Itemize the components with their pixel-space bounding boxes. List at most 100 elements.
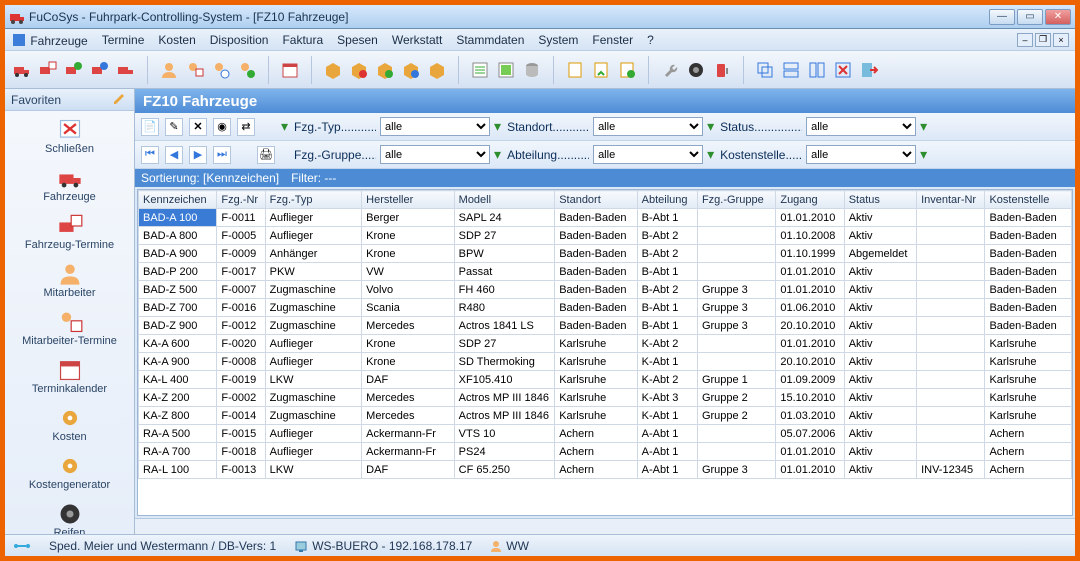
column-header[interactable]: Inventar-Nr	[917, 191, 985, 209]
data-grid[interactable]: KennzeichenFzg.-NrFzg.-TypHerstellerMode…	[137, 189, 1073, 516]
tb-truck-blue-icon[interactable]	[89, 59, 111, 81]
filter-select[interactable]: alle	[593, 145, 703, 164]
table-row[interactable]: BAD-Z 700F-0016ZugmaschineScaniaR480Bade…	[139, 299, 1072, 317]
nav-first-button[interactable]: ⏮	[141, 146, 159, 164]
tb-box4-icon[interactable]	[400, 59, 422, 81]
table-row[interactable]: BAD-Z 500F-0007ZugmaschineVolvoFH 460Bad…	[139, 281, 1072, 299]
mdi-minimize-button[interactable]: –	[1017, 33, 1033, 47]
menu-fahrzeuge[interactable]: Fahrzeuge	[11, 32, 88, 48]
sidebar-item-fahrzeugtermine[interactable]: Fahrzeug-Termine	[5, 211, 134, 259]
column-header[interactable]: Fzg.-Gruppe	[697, 191, 775, 209]
tb-list1-icon[interactable]	[469, 59, 491, 81]
table-row[interactable]: BAD-A 900F-0009AnhängerKroneBPWBaden-Bad…	[139, 245, 1072, 263]
tb-doc2-icon[interactable]	[590, 59, 612, 81]
sidebar-item-kostengenerator[interactable]: Kostengenerator	[5, 451, 134, 499]
tb-tile-h-icon[interactable]	[780, 59, 802, 81]
tb-calendar-icon[interactable]	[279, 59, 301, 81]
tb-box2-icon[interactable]	[348, 59, 370, 81]
horizontal-scrollbar[interactable]	[135, 518, 1075, 534]
funnel-icon[interactable]: ▾	[494, 118, 501, 135]
sidebar-item-terminkalender[interactable]: Terminkalender	[5, 355, 134, 403]
table-row[interactable]: BAD-P 200F-0017PKWVWPassatBaden-BadenB-A…	[139, 263, 1072, 281]
tb-truck-red-icon[interactable]	[11, 59, 33, 81]
table-row[interactable]: BAD-A 100F-0011AufliegerBergerSAPL 24Bad…	[139, 209, 1072, 227]
tb-wrench-icon[interactable]	[659, 59, 681, 81]
funnel-icon[interactable]: ▾	[707, 146, 714, 163]
edit-record-button[interactable]: ✎	[165, 118, 183, 136]
table-row[interactable]: RA-A 700F-0018AufliegerAckermann-FrPS24A…	[139, 443, 1072, 461]
column-header[interactable]: Zugang	[776, 191, 844, 209]
tb-tire-icon[interactable]	[685, 59, 707, 81]
column-header[interactable]: Fzg.-Typ	[265, 191, 362, 209]
delete-record-button[interactable]: ✕	[189, 118, 207, 136]
table-row[interactable]: KA-Z 200F-0002ZugmaschineMercedesActros …	[139, 389, 1072, 407]
tb-box5-icon[interactable]	[426, 59, 448, 81]
edit-favorites-icon[interactable]	[112, 90, 128, 109]
sidebar-item-fahrzeuge[interactable]: Fahrzeuge	[5, 163, 134, 211]
mdi-close-button[interactable]: ×	[1053, 33, 1069, 47]
tb-tile-v-icon[interactable]	[806, 59, 828, 81]
export-button[interactable]: ⇄	[237, 118, 255, 136]
column-header[interactable]: Standort	[555, 191, 637, 209]
tb-exit-icon[interactable]	[858, 59, 880, 81]
sidebar-item-kosten[interactable]: Kosten	[5, 403, 134, 451]
tb-truck-calendar-icon[interactable]	[37, 59, 59, 81]
tb-truck-plain-icon[interactable]	[115, 59, 137, 81]
table-row[interactable]: KA-A 900F-0008AufliegerKroneSD Thermokin…	[139, 353, 1072, 371]
tb-user-green-icon[interactable]	[236, 59, 258, 81]
menu-system[interactable]: System	[538, 33, 578, 47]
nav-next-button[interactable]: ▶	[189, 146, 207, 164]
table-row[interactable]: RA-L 100F-0013LKWDAFCF 65.250AchernA-Abt…	[139, 461, 1072, 479]
funnel-icon[interactable]: ▾	[920, 146, 927, 163]
tb-list2-icon[interactable]	[495, 59, 517, 81]
funnel-icon[interactable]: ▾	[920, 118, 927, 135]
funnel-icon[interactable]: ▾	[707, 118, 714, 135]
tb-doc3-icon[interactable]	[616, 59, 638, 81]
menu-fenster[interactable]: Fenster	[592, 33, 633, 47]
menu-disposition[interactable]: Disposition	[210, 33, 269, 47]
column-header[interactable]: Abteilung	[637, 191, 697, 209]
table-row[interactable]: KA-L 400F-0019LKWDAFXF105.410KarlsruheK-…	[139, 371, 1072, 389]
menu-termine[interactable]: Termine	[102, 33, 145, 47]
filter-clear-icon[interactable]: ▾	[281, 118, 288, 135]
tb-box1-icon[interactable]	[322, 59, 344, 81]
menu-spesen[interactable]: Spesen	[337, 33, 378, 47]
sidebar-item-mitarbeitertermine[interactable]: Mitarbeiter-Termine	[5, 307, 134, 355]
table-row[interactable]: RA-A 500F-0015AufliegerAckermann-FrVTS 1…	[139, 425, 1072, 443]
mdi-restore-button[interactable]: ❐	[1035, 33, 1051, 47]
column-header[interactable]: Modell	[454, 191, 555, 209]
tb-closeall-icon[interactable]	[832, 59, 854, 81]
minimize-button[interactable]: —	[989, 9, 1015, 25]
tb-user-calendar-icon[interactable]	[184, 59, 206, 81]
new-record-button[interactable]: 📄	[141, 118, 159, 136]
close-window-button[interactable]: ✕	[1045, 9, 1071, 25]
column-header[interactable]: Status	[844, 191, 916, 209]
menu-help[interactable]: ?	[647, 33, 654, 47]
table-row[interactable]: KA-Z 800F-0014ZugmaschineMercedesActros …	[139, 407, 1072, 425]
filter-select[interactable]: alle	[806, 145, 916, 164]
tb-user-clock-icon[interactable]	[210, 59, 232, 81]
tb-doc1-icon[interactable]	[564, 59, 586, 81]
funnel-icon[interactable]: ▾	[494, 146, 501, 163]
tb-truck-green-icon[interactable]	[63, 59, 85, 81]
table-row[interactable]: KA-A 600F-0020AufliegerKroneSDP 27Karlsr…	[139, 335, 1072, 353]
table-row[interactable]: BAD-A 800F-0005AufliegerKroneSDP 27Baden…	[139, 227, 1072, 245]
filter-select[interactable]: alle	[380, 117, 490, 136]
column-header[interactable]: Kennzeichen	[139, 191, 217, 209]
nav-last-button[interactable]: ⏭	[213, 146, 231, 164]
tb-db-icon[interactable]	[521, 59, 543, 81]
sidebar-item-reifen[interactable]: Reifen	[5, 499, 134, 534]
print-button[interactable]: 🖨	[257, 146, 275, 164]
menu-kosten[interactable]: Kosten	[158, 33, 195, 47]
tb-box3-icon[interactable]	[374, 59, 396, 81]
menu-faktura[interactable]: Faktura	[282, 33, 323, 47]
tb-fuel-icon[interactable]	[711, 59, 733, 81]
nav-prev-button[interactable]: ◀	[165, 146, 183, 164]
filter-select[interactable]: alle	[593, 117, 703, 136]
column-header[interactable]: Fzg.-Nr	[217, 191, 265, 209]
column-header[interactable]: Kostenstelle	[985, 191, 1072, 209]
menu-werkstatt[interactable]: Werkstatt	[392, 33, 442, 47]
refresh-button[interactable]: ◉	[213, 118, 231, 136]
tb-cascade-icon[interactable]	[754, 59, 776, 81]
filter-select[interactable]: alle	[380, 145, 490, 164]
